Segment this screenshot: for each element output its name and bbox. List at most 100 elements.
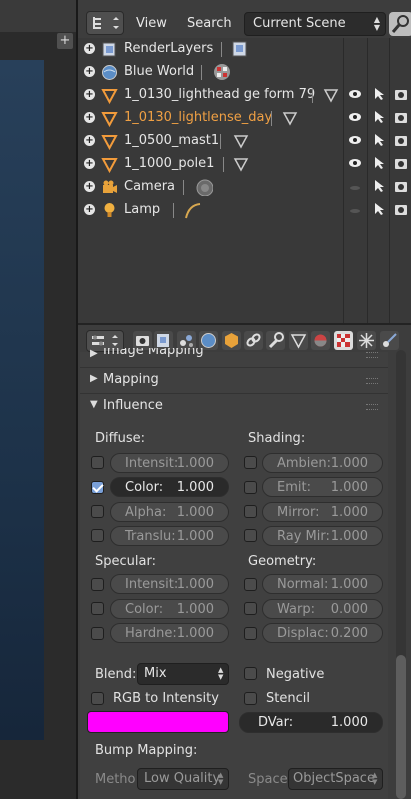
geometry-displace-checkbox[interactable] — [244, 627, 257, 640]
eye-icon[interactable] — [348, 134, 362, 146]
expand-icon[interactable]: + — [84, 181, 95, 192]
shading-ambient-field[interactable]: Ambien: 1.000 — [262, 453, 383, 473]
specular-hardness-field[interactable]: Hardne: 1.000 — [110, 623, 229, 643]
geometry-normal-field[interactable]: Normal: 1.000 — [262, 574, 383, 594]
specular-hardness-checkbox[interactable] — [91, 627, 104, 640]
expand-icon[interactable]: + — [84, 158, 95, 169]
mesh-data-icon[interactable] — [232, 132, 250, 150]
render-layer-sub-icon[interactable] — [231, 40, 249, 58]
diffuse-intensity-field[interactable]: Intensit: 1.000 — [110, 453, 229, 473]
item-label: 1_1000_pole1 — [124, 156, 215, 171]
drag-grip-icon[interactable] — [366, 378, 378, 384]
search-menu[interactable]: Search — [187, 16, 232, 31]
render-camera-icon[interactable] — [394, 179, 408, 193]
eye-icon[interactable] — [348, 111, 362, 123]
drag-grip-icon[interactable] — [366, 404, 378, 410]
geometry-displace-field[interactable]: Displac: 0.200 — [262, 623, 383, 643]
cursor-arrow-icon[interactable] — [373, 133, 385, 147]
shading-raymir-field[interactable]: Ray Mir: 1.000 — [262, 526, 383, 546]
diffuse-translucency-checkbox[interactable] — [91, 529, 104, 542]
field-value: 1.000 — [176, 602, 214, 617]
shading-mirror-field[interactable]: Mirror: 1.000 — [262, 502, 383, 522]
display-mode-value: Current Scene — [253, 16, 346, 31]
diffuse-translucency-field[interactable]: Translu: 1.000 — [110, 526, 229, 546]
field-value: 1.000 — [176, 529, 214, 544]
method-select[interactable]: Low Quality ▲ ▼ — [137, 768, 229, 790]
method-label: Metho — [95, 772, 136, 787]
expand-icon[interactable]: + — [84, 43, 95, 54]
eye-closed-icon[interactable] — [348, 204, 362, 216]
blend-label: Blend: — [95, 667, 137, 682]
expand-icon[interactable]: + — [84, 135, 95, 146]
scrollbar-thumb[interactable] — [396, 655, 406, 799]
color-swatch[interactable] — [87, 711, 229, 733]
cursor-arrow-icon[interactable] — [373, 156, 385, 170]
geometry-warp-field[interactable]: Warp: 0.000 — [262, 599, 383, 619]
lamp-data-icon[interactable] — [183, 201, 201, 219]
geometry-normal-checkbox[interactable] — [244, 578, 257, 591]
viewport-canvas[interactable] — [0, 60, 44, 740]
render-camera-icon[interactable] — [394, 110, 408, 124]
render-camera-icon[interactable] — [394, 202, 408, 216]
expand-icon[interactable]: + — [84, 89, 95, 100]
diffuse-color-field[interactable]: Color: 1.000 — [110, 477, 229, 497]
space-select[interactable]: ObjectSpace ▲ ▼ — [288, 768, 383, 790]
diffuse-alpha-checkbox[interactable] — [91, 505, 104, 518]
panel-influence[interactable]: ▼ Influence — [80, 395, 388, 418]
diffuse-intensity-checkbox[interactable] — [91, 456, 104, 469]
mesh-triangle-icon — [101, 135, 118, 150]
collapsed-triangle-icon: ▶ — [90, 373, 98, 384]
stencil-checkbox[interactable] — [244, 692, 257, 705]
search-icon[interactable] — [389, 12, 411, 36]
shading-mirror-checkbox[interactable] — [244, 505, 257, 518]
collapsed-triangle-icon: ▶ — [90, 348, 98, 359]
blend-select[interactable]: Mix ▲ ▼ — [137, 663, 229, 685]
field-label: Alpha: — [125, 505, 167, 520]
separator — [173, 203, 174, 218]
field-label: Intensit: — [125, 456, 179, 471]
rgb-to-intensity-checkbox[interactable] — [91, 692, 104, 705]
panel-image-mapping[interactable]: ▶ Image Mapping — [80, 348, 388, 364]
mesh-data-icon[interactable] — [322, 86, 340, 104]
eye-closed-icon[interactable] — [348, 181, 362, 193]
shading-ambient-checkbox[interactable] — [244, 456, 257, 469]
view-menu[interactable]: View — [136, 16, 167, 31]
outliner-row-renderlayers[interactable]: + RenderLayers — [78, 38, 411, 61]
render-camera-icon[interactable] — [394, 156, 408, 170]
field-value: 1.000 — [176, 626, 214, 641]
expand-icon[interactable]: + — [84, 112, 95, 123]
render-camera-icon[interactable] — [394, 87, 408, 101]
shading-emit-field[interactable]: Emit: 1.000 — [262, 477, 383, 497]
cursor-arrow-icon[interactable] — [373, 202, 385, 216]
camera-data-icon[interactable] — [195, 178, 213, 196]
panel-mapping[interactable]: ▶ Mapping — [80, 369, 388, 392]
shading-raymir-checkbox[interactable] — [244, 529, 257, 542]
display-mode-select[interactable]: Current Scene ▲ ▼ — [244, 12, 386, 36]
cursor-arrow-icon[interactable] — [373, 87, 385, 101]
expand-icon[interactable]: + — [84, 66, 95, 77]
mesh-data-icon[interactable] — [232, 155, 250, 173]
field-value: 1.000 — [330, 529, 368, 544]
negative-checkbox[interactable] — [244, 667, 257, 680]
cursor-arrow-icon[interactable] — [373, 179, 385, 193]
diffuse-color-checkbox[interactable] — [91, 481, 104, 494]
dvar-field[interactable]: DVar: 1.000 — [239, 712, 383, 733]
editor-type-button[interactable] — [86, 11, 124, 35]
outliner-row-world[interactable]: + Blue World — [78, 61, 411, 84]
specular-color-checkbox[interactable] — [91, 602, 104, 615]
specular-intensity-checkbox[interactable] — [91, 578, 104, 591]
shading-emit-checkbox[interactable] — [244, 481, 257, 494]
expand-icon[interactable]: + — [84, 204, 95, 215]
specular-color-field[interactable]: Color: 1.000 — [110, 599, 229, 619]
eye-icon[interactable] — [348, 157, 362, 169]
render-camera-icon[interactable] — [394, 133, 408, 147]
texture-checker-icon[interactable] — [213, 63, 231, 81]
mesh-data-icon[interactable] — [281, 109, 299, 127]
geometry-warp-checkbox[interactable] — [244, 602, 257, 615]
drag-grip-icon[interactable] — [366, 352, 378, 358]
viewport-plus-icon[interactable]: + — [57, 33, 73, 49]
specular-intensity-field[interactable]: Intensit: 1.000 — [110, 574, 229, 594]
eye-icon[interactable] — [348, 88, 362, 100]
diffuse-alpha-field[interactable]: Alpha: 1.000 — [110, 502, 229, 522]
cursor-arrow-icon[interactable] — [373, 110, 385, 124]
